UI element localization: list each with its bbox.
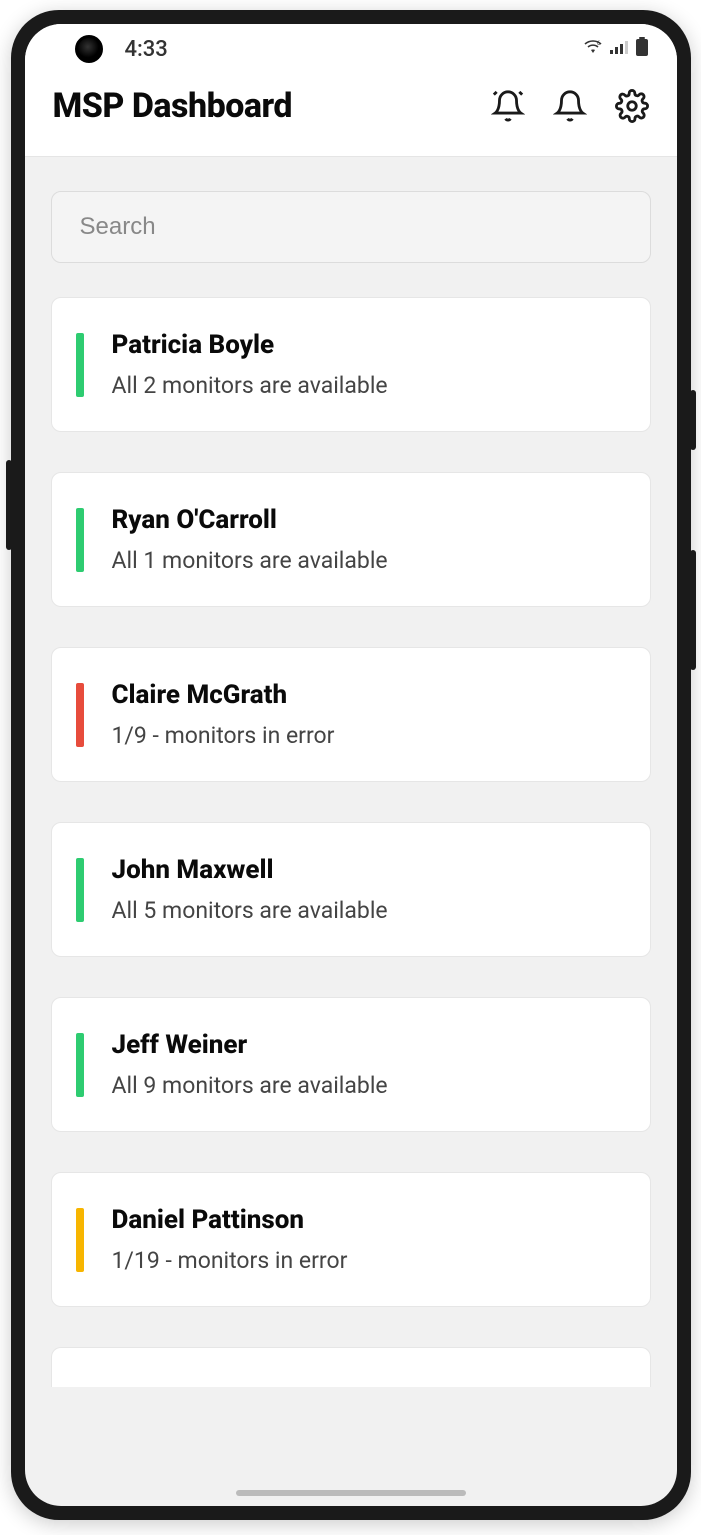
app-header: MSP Dashboard bbox=[25, 74, 677, 157]
status-indicator bbox=[76, 858, 84, 922]
home-indicator[interactable] bbox=[236, 1490, 466, 1496]
search-input[interactable] bbox=[51, 191, 651, 263]
alert-bell-icon[interactable] bbox=[491, 89, 525, 123]
status-indicator bbox=[76, 1033, 84, 1097]
page-title: MSP Dashboard bbox=[53, 86, 293, 126]
client-card[interactable]: Daniel Pattinson 1/19 - monitors in erro… bbox=[51, 1172, 651, 1307]
header-actions bbox=[491, 89, 649, 123]
status-indicator bbox=[76, 1208, 84, 1272]
client-status-text: 1/19 - monitors in error bbox=[112, 1247, 626, 1274]
status-indicator bbox=[76, 508, 84, 572]
client-name: Patricia Boyle bbox=[112, 330, 626, 360]
client-card-text: Jeff Weiner All 9 monitors are available bbox=[112, 1030, 626, 1099]
bell-icon[interactable] bbox=[553, 89, 587, 123]
gear-icon[interactable] bbox=[615, 89, 649, 123]
status-indicator bbox=[76, 333, 84, 397]
status-indicator bbox=[76, 683, 84, 747]
status-bar-left: 4:33 bbox=[47, 35, 168, 63]
client-name: Daniel Pattinson bbox=[112, 1205, 626, 1235]
client-card-text: Daniel Pattinson 1/19 - monitors in erro… bbox=[112, 1205, 626, 1274]
client-name: John Maxwell bbox=[112, 855, 626, 885]
signal-icon bbox=[609, 39, 629, 59]
client-card[interactable]: Claire McGrath 1/9 - monitors in error bbox=[51, 647, 651, 782]
camera-hole bbox=[75, 35, 103, 63]
content-area: Patricia Boyle All 2 monitors are availa… bbox=[25, 157, 677, 1506]
client-list: Patricia Boyle All 2 monitors are availa… bbox=[51, 297, 651, 1387]
client-card-text: John Maxwell All 5 monitors are availabl… bbox=[112, 855, 626, 924]
phone-screen: 4:33 6 bbox=[25, 24, 677, 1506]
client-card[interactable]: John Maxwell All 5 monitors are availabl… bbox=[51, 822, 651, 957]
client-card[interactable]: Patricia Boyle All 2 monitors are availa… bbox=[51, 297, 651, 432]
client-status-text: 1/9 - monitors in error bbox=[112, 722, 626, 749]
client-status-text: All 1 monitors are available bbox=[112, 547, 626, 574]
client-status-text: All 9 monitors are available bbox=[112, 1072, 626, 1099]
client-name: Jeff Weiner bbox=[112, 1030, 626, 1060]
client-card-text: Patricia Boyle All 2 monitors are availa… bbox=[112, 330, 626, 399]
client-card[interactable]: Ryan O'Carroll All 1 monitors are availa… bbox=[51, 472, 651, 607]
client-card-text: Claire McGrath 1/9 - monitors in error bbox=[112, 680, 626, 749]
status-bar-right: 6 bbox=[583, 37, 649, 61]
phone-side-button bbox=[6, 460, 12, 550]
client-status-text: All 2 monitors are available bbox=[112, 372, 626, 399]
status-bar: 4:33 6 bbox=[25, 24, 677, 74]
phone-frame: 4:33 6 bbox=[11, 10, 691, 1520]
wifi-icon: 6 bbox=[583, 39, 603, 59]
battery-icon bbox=[635, 37, 649, 61]
phone-side-button bbox=[690, 550, 696, 670]
status-time: 4:33 bbox=[125, 37, 168, 62]
client-card-partial[interactable] bbox=[51, 1347, 651, 1387]
client-name: Ryan O'Carroll bbox=[112, 505, 626, 535]
client-status-text: All 5 monitors are available bbox=[112, 897, 626, 924]
client-card[interactable]: Jeff Weiner All 9 monitors are available bbox=[51, 997, 651, 1132]
client-card-text: Ryan O'Carroll All 1 monitors are availa… bbox=[112, 505, 626, 574]
client-name: Claire McGrath bbox=[112, 680, 626, 710]
phone-side-button bbox=[690, 390, 696, 450]
